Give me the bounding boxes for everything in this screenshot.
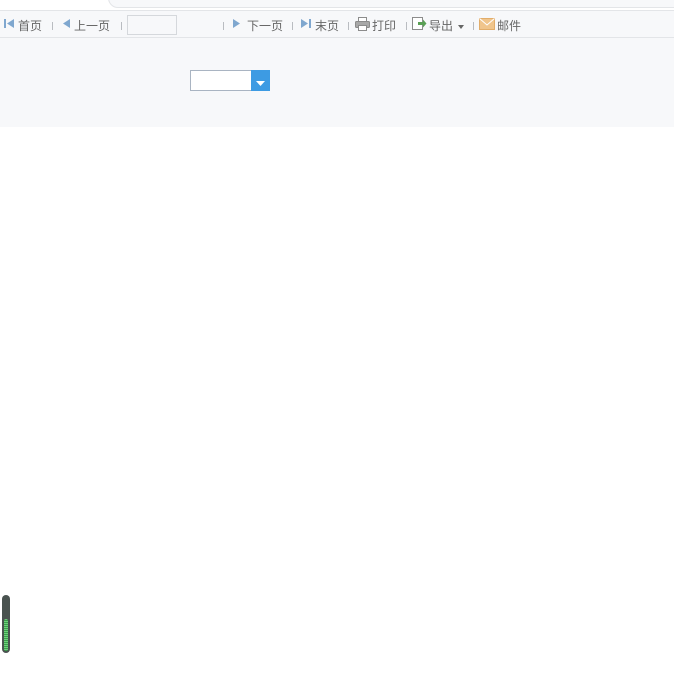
export-icon xyxy=(412,16,427,34)
browser-tab-strip xyxy=(0,0,674,10)
combo-dropdown-button[interactable] xyxy=(251,70,270,91)
toolbar-separator xyxy=(348,22,349,30)
toolbar-separator xyxy=(223,22,224,30)
toolbar-separator xyxy=(292,22,293,30)
mail-icon xyxy=(479,17,495,33)
loading-progress-bar xyxy=(2,595,10,653)
browser-tab xyxy=(108,0,674,8)
caret-down-icon xyxy=(458,18,465,32)
last-page-button[interactable]: 末页 xyxy=(300,11,339,39)
toolbar-separator xyxy=(473,22,474,30)
mail-label: 邮件 xyxy=(497,18,522,33)
first-page-label: 首页 xyxy=(18,18,43,33)
prev-page-icon xyxy=(62,18,71,32)
combo-input[interactable] xyxy=(190,70,251,91)
next-page-label: 下一页 xyxy=(247,18,284,33)
report-viewer: 首页 上一页 下一页 末页 打印 导出 邮件 xyxy=(0,0,674,688)
parameter-panel xyxy=(0,38,674,127)
last-page-label: 末页 xyxy=(315,18,340,33)
last-page-icon xyxy=(300,18,312,32)
first-page-button[interactable]: 首页 xyxy=(4,11,42,39)
parameter-combo-box[interactable] xyxy=(190,70,270,91)
chevron-down-icon xyxy=(256,71,265,90)
print-button[interactable]: 打印 xyxy=(355,11,396,39)
first-page-icon xyxy=(4,18,15,32)
page-number-input[interactable] xyxy=(127,15,177,35)
toolbar-separator xyxy=(121,22,122,30)
toolbar-separator xyxy=(52,22,53,30)
prev-page-button[interactable]: 上一页 xyxy=(62,11,110,39)
next-page-button[interactable]: 下一页 xyxy=(232,11,283,39)
prev-page-label: 上一页 xyxy=(74,18,111,33)
loading-progress-fill xyxy=(4,618,8,651)
export-button[interactable]: 导出 xyxy=(412,11,465,39)
printer-icon xyxy=(355,16,370,34)
print-label: 打印 xyxy=(372,18,397,33)
mail-button[interactable]: 邮件 xyxy=(479,11,521,39)
report-toolbar: 首页 上一页 下一页 末页 打印 导出 邮件 xyxy=(0,10,674,38)
toolbar-separator xyxy=(406,22,407,30)
next-page-icon xyxy=(232,18,241,32)
export-label: 导出 xyxy=(429,18,454,33)
